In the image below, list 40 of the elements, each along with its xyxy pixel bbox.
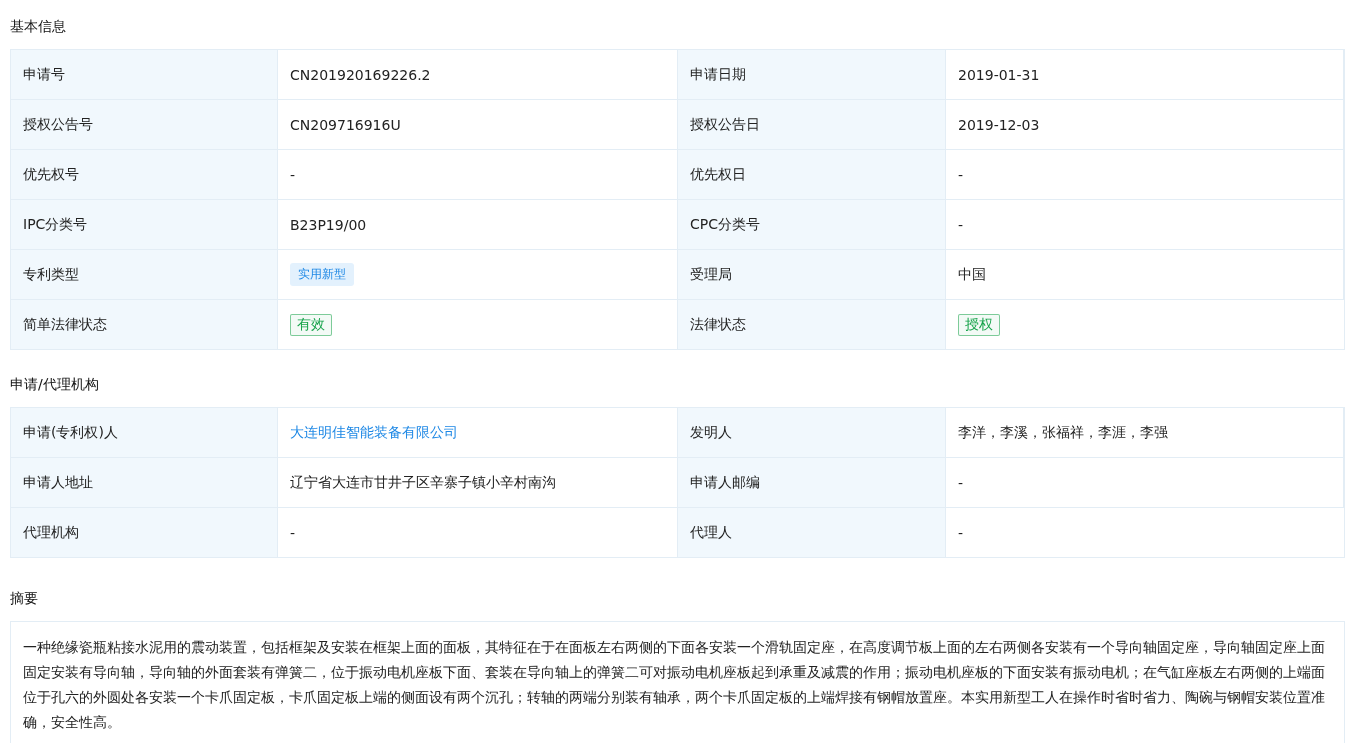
field-label: 简单法律状态 <box>11 300 278 350</box>
field-value: - <box>958 216 964 233</box>
field-value: CN201920169226.2 <box>290 66 431 83</box>
field-label: 申请人邮编 <box>678 458 946 508</box>
field-value: B23P19/00 <box>290 216 367 233</box>
field-value: - <box>290 166 296 183</box>
field-value: CN209716916U <box>290 116 401 133</box>
section-title: 基本信息 <box>10 17 67 36</box>
abstract-text: 一种绝缘瓷瓶粘接水泥用的震动装置，包括框架及安装在框架上面的面板，其特征在于在面板左右两侧的下面各安装一个滑轨固定座，在高度调节板上面的左右两侧各安装有一个导向轴固定座，导向轴固定座上面固定安装有导向轴，导向轴的外面套装有弹簧二，位于振动电机座板下面、套装在导向轴上的弹簧二可对振动电机座板起到承重及减震的作用；振动电机座板的下面安装有振动电机；在气缸座板左右两侧的上端面位于孔六的外圆处各安装一个卡爪固定板，卡爪固定板上端的侧面设有两个沉孔；转轴的两端分别装有轴承，两个卡爪固定板的上端焊接有钢帽放置座。本实用新型工人在操作时省时省力、陶碗与钢帽安装位置准确，安全性高。 <box>23 638 1326 732</box>
field-label: IPC分类号 <box>11 200 278 250</box>
field-value: - <box>958 474 964 491</box>
field-value: - <box>958 166 964 183</box>
status-tag: 授权 <box>958 313 1000 336</box>
field-value: 2019-01-31 <box>958 66 1040 83</box>
field-label: 申请人地址 <box>11 458 278 508</box>
field-label: 代理机构 <box>11 508 278 558</box>
field-label: 代理人 <box>678 508 946 558</box>
field-value: 李洋，李溪，张福祥，李涯，李强 <box>958 423 1168 442</box>
field-value: - <box>958 524 964 541</box>
field-label: 申请(专利权)人 <box>11 408 278 458</box>
field-label: 授权公告日 <box>678 100 946 150</box>
field-value: 2019-12-03 <box>958 116 1040 133</box>
section-title: 摘要 <box>10 589 39 608</box>
field-value: 中国 <box>958 265 986 284</box>
applicant-link[interactable]: 大连明佳智能装备有限公司 <box>290 423 458 442</box>
field-value: 辽宁省大连市甘井子区辛寨子镇小辛村南沟 <box>290 473 556 492</box>
field-label: 发明人 <box>678 408 946 458</box>
field-label: 申请号 <box>11 50 278 100</box>
section-title: 申请/代理机构 <box>10 375 100 394</box>
field-label: 受理局 <box>678 250 946 300</box>
status-tag: 有效 <box>290 313 332 336</box>
field-label: 申请日期 <box>678 50 946 100</box>
field-label: 优先权日 <box>678 150 946 200</box>
type-tag: 实用新型 <box>290 263 354 286</box>
field-label: CPC分类号 <box>678 200 946 250</box>
field-label: 优先权号 <box>11 150 278 200</box>
field-label: 授权公告号 <box>11 100 278 150</box>
field-label: 法律状态 <box>678 300 946 350</box>
field-value: - <box>290 524 296 541</box>
field-label: 专利类型 <box>11 250 278 300</box>
